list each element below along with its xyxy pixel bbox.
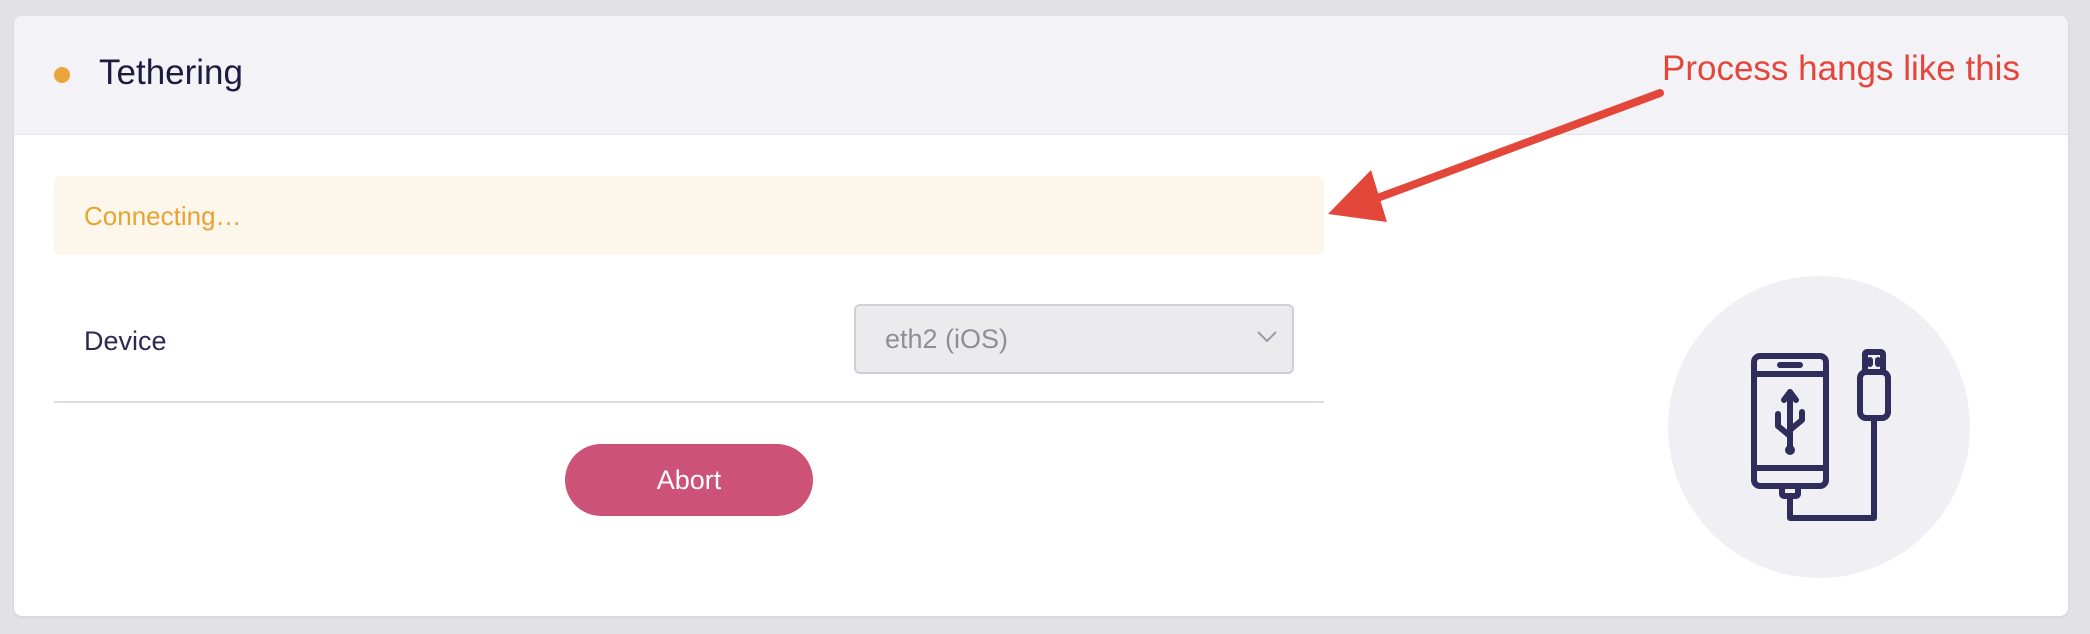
annotation-arrow	[1328, 89, 1664, 222]
annotation-label: Process hangs like this	[1662, 49, 2020, 88]
